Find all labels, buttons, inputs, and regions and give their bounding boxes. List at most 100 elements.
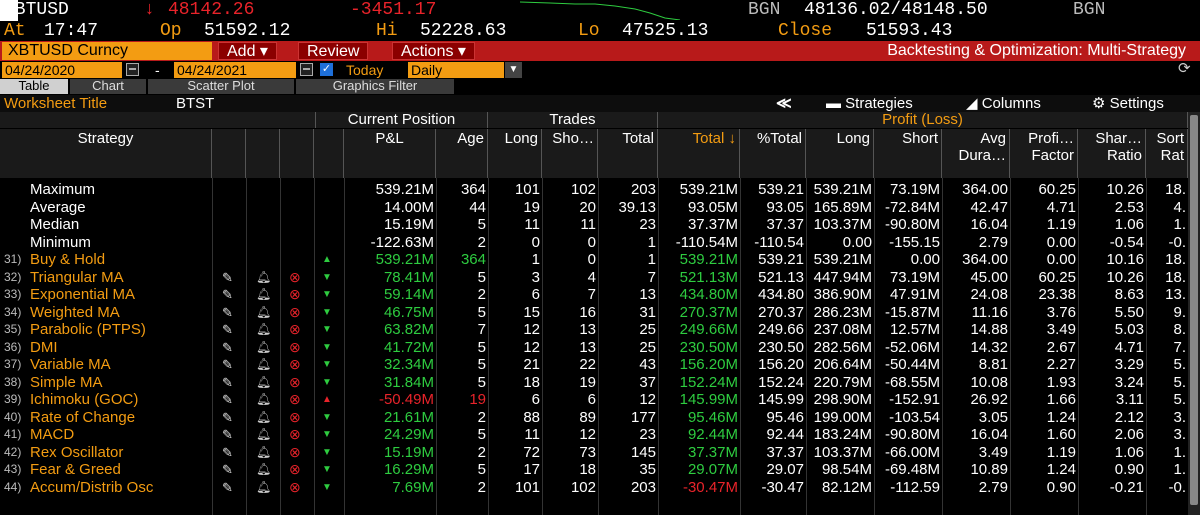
strategies-button[interactable]: ▬ Strategies [826,95,913,112]
col-profit-long[interactable]: Long [806,129,874,178]
table-row[interactable]: 33) Exponential MA ✎ 🔔︎ ⊗ ▼ 59.14M 2 6 7 13 434.80M… [0,286,1200,303]
strategy-name[interactable]: Triangular MA [26,269,212,286]
bell-icon[interactable]: 🔔︎ [256,375,271,389]
edit-icon[interactable]: ✎ [222,341,236,354]
col-strategy[interactable]: Strategy [0,129,212,178]
remove-icon[interactable]: ⊗ [289,375,303,389]
edit-icon[interactable]: ✎ [222,358,236,371]
calendar-icon[interactable] [300,63,313,76]
security-field[interactable]: XBTUSD Curncy [2,42,212,60]
strategy-name[interactable]: MACD [26,426,212,443]
table-row[interactable]: 44) Accum/Distrib Osc ✎ 🔔︎ ⊗ ▼ 7.69M 2 101 102 203… [0,479,1200,496]
table-row[interactable]: 31) Buy & Hold ▲ 539.21M 364 1 0 1 539.21M 539.21… [0,251,1200,268]
bell-icon[interactable]: 🔔︎ [256,323,271,336]
table-row[interactable]: 36) DMI ✎ 🔔︎ ⊗ ▼ 41.72M 5 12 13 25 230.50M 230.50 282… [0,339,1200,356]
collapse-icon[interactable]: ≪ [776,95,792,112]
col-age[interactable]: Age [436,129,488,178]
table-row[interactable]: 39) Ichimoku (GOC) ✎ 🔔︎ ⊗ ▲ -50.49M 19 6 6 12 145.9… [0,391,1200,408]
refresh-icon[interactable]: ⟳ [1178,61,1191,77]
chevron-down-icon[interactable]: ▼ [505,62,522,78]
bell-icon[interactable]: 🔔︎ [256,410,271,424]
bell-icon[interactable]: 🔔︎ [256,445,271,459]
strategy-name[interactable]: Ichimoku (GOC) [26,391,212,408]
strategy-name[interactable]: Fear & Greed [26,461,212,478]
bell-icon[interactable]: 🔔︎ [256,393,271,406]
columns-button[interactable]: ◢ Columns [966,95,1041,112]
remove-icon[interactable]: ⊗ [289,410,303,424]
bell-icon[interactable]: 🔔︎ [256,305,271,319]
calendar-icon[interactable] [126,63,139,76]
col-sortino-ratio[interactable]: Sort Rat [1146,129,1188,178]
bell-icon[interactable]: 🔔︎ [256,270,271,284]
strategy-name[interactable]: Variable MA [26,356,212,373]
strategy-name[interactable]: Exponential MA [26,286,212,303]
remove-icon[interactable]: ⊗ [289,340,303,354]
table-row[interactable]: 40) Rate of Change ✎ 🔔︎ ⊗ ▼ 21.61M 2 88 89 177 95.4… [0,409,1200,426]
col-avg-duration[interactable]: Avg Dura… [942,129,1010,178]
edit-icon[interactable]: ✎ [222,323,236,336]
edit-icon[interactable]: ✎ [222,393,236,406]
worksheet-title-value[interactable]: BTST [176,95,214,112]
edit-icon[interactable]: ✎ [222,376,236,389]
bell-icon[interactable]: 🔔︎ [256,480,271,494]
tab-graphics-filter[interactable]: Graphics Filter [296,79,456,94]
remove-icon[interactable]: ⊗ [289,305,303,319]
remove-icon[interactable]: ⊗ [289,322,303,336]
strategy-name[interactable]: Rate of Change [26,409,212,426]
table-row[interactable]: 43) Fear & Greed ✎ 🔔︎ ⊗ ▼ 16.29M 5 17 18 35 29.07M 2… [0,461,1200,478]
col-profit-factor[interactable]: Profi… Factor [1010,129,1078,178]
edit-icon[interactable]: ✎ [222,306,236,319]
bell-icon[interactable]: 🔔︎ [256,340,271,354]
period-select[interactable]: Daily [408,62,504,78]
remove-icon[interactable]: ⊗ [289,287,303,301]
tab-table[interactable]: Table [0,79,70,94]
review-button[interactable]: Review [298,42,369,60]
col-sharpe-ratio[interactable]: Shar… Ratio [1078,129,1146,178]
strategy-name[interactable]: Weighted MA [26,304,212,321]
strategy-name[interactable]: Rex Oscillator [26,444,212,461]
col-pct-total[interactable]: %Total [740,129,806,178]
remove-icon[interactable]: ⊗ [289,427,303,441]
edit-icon[interactable]: ✎ [222,428,236,441]
strategy-name[interactable]: Simple MA [26,374,212,391]
edit-icon[interactable]: ✎ [222,411,236,424]
table-row[interactable]: 34) Weighted MA ✎ 🔔︎ ⊗ ▼ 46.75M 5 15 16 31 270.37M 2… [0,304,1200,321]
add-menu-button[interactable]: Add ▾ [218,42,277,60]
edit-icon[interactable]: ✎ [222,481,236,494]
remove-icon[interactable]: ⊗ [289,392,303,406]
end-date-field[interactable]: 04/24/2021 [174,62,296,78]
remove-icon[interactable]: ⊗ [289,445,303,459]
remove-icon[interactable]: ⊗ [289,480,303,494]
bell-icon[interactable]: 🔔︎ [256,428,271,441]
actions-menu-button[interactable]: Actions ▾ [392,42,475,60]
vertical-scrollbar[interactable] [1188,112,1200,515]
edit-icon[interactable]: ✎ [222,288,236,301]
remove-icon[interactable]: ⊗ [289,462,303,476]
today-checkbox[interactable]: ✓ [320,63,333,76]
tab-scatter-plot[interactable]: Scatter Plot [148,79,296,94]
table-row[interactable]: 35) Parabolic (PTPS) ✎ 🔔︎ ⊗ ▼ 63.82M 7 12 13 25 249… [0,321,1200,338]
col-profit-short[interactable]: Short [874,129,942,178]
remove-icon[interactable]: ⊗ [289,270,303,284]
remove-icon[interactable]: ⊗ [289,357,303,371]
bell-icon[interactable]: 🔔︎ [256,288,271,301]
edit-icon[interactable]: ✎ [222,271,236,284]
edit-icon[interactable]: ✎ [222,446,236,459]
tab-chart[interactable]: Chart [70,79,148,94]
table-row[interactable]: 41) MACD ✎ 🔔︎ ⊗ ▼ 24.29M 5 11 12 23 92.44M 92.44 183.… [0,426,1200,443]
strategy-name[interactable]: DMI [26,339,212,356]
start-date-field[interactable]: 04/24/2020 [2,62,122,78]
strategy-name[interactable]: Parabolic (PTPS) [26,321,212,338]
col-long[interactable]: Long [488,129,542,178]
table-row[interactable]: 42) Rex Oscillator ✎ 🔔︎ ⊗ ▼ 15.19M 2 72 73 145 37.3… [0,444,1200,461]
col-profit-total[interactable]: Total ↓ [658,129,740,178]
bell-icon[interactable]: 🔔︎ [256,463,271,476]
table-row[interactable]: 37) Variable MA ✎ 🔔︎ ⊗ ▼ 32.34M 5 21 22 43 156.20M 1… [0,356,1200,373]
col-total[interactable]: Total [598,129,658,178]
strategy-name[interactable]: Accum/Distrib Osc [26,479,212,496]
col-pl[interactable]: P&L [344,129,436,178]
strategy-name[interactable]: Buy & Hold [26,251,212,268]
bell-icon[interactable]: 🔔︎ [256,358,271,371]
table-row[interactable]: 32) Triangular MA ✎ 🔔︎ ⊗ ▼ 78.41M 5 3 4 7 521.13M 52… [0,269,1200,286]
scrollbar-thumb[interactable] [1190,115,1198,505]
